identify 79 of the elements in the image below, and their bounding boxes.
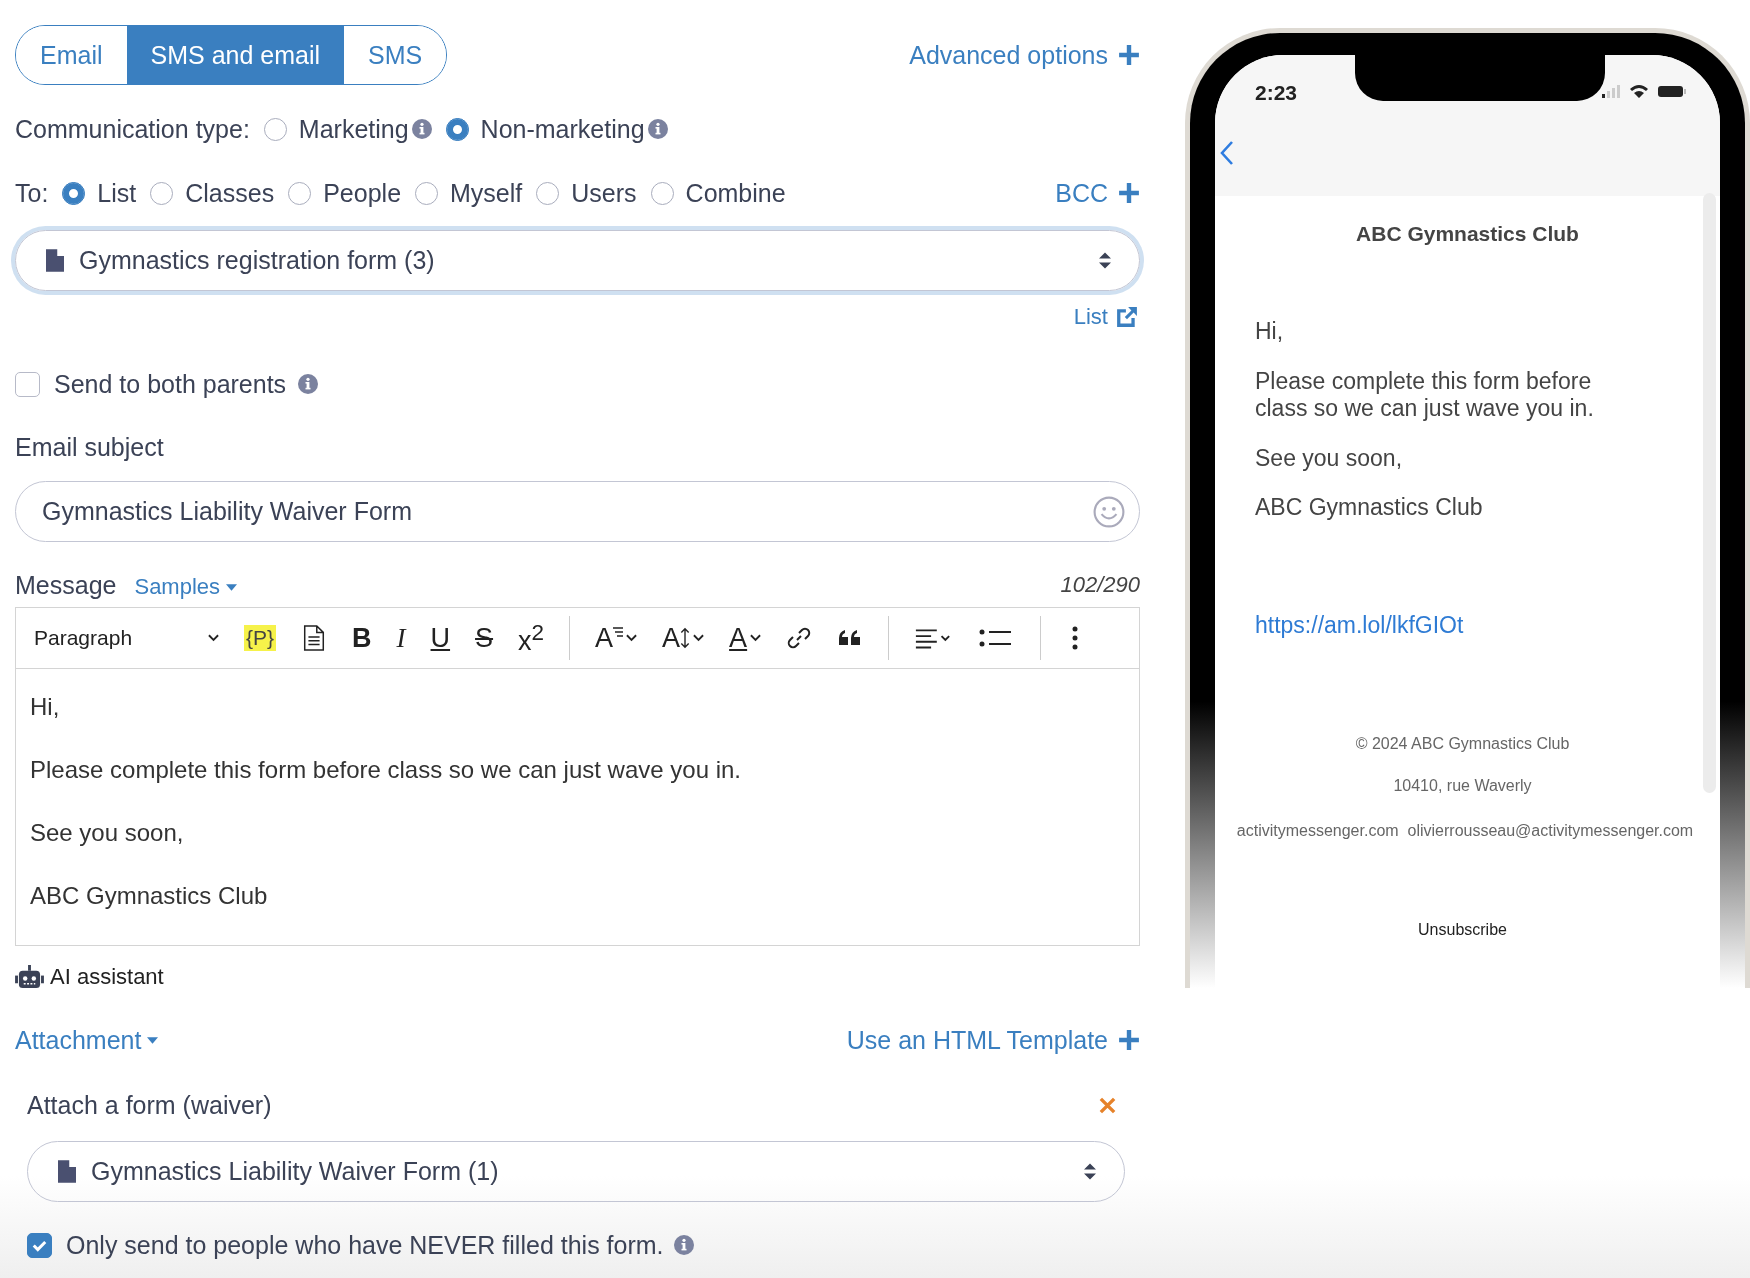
footer-address: 10410, rue Waverly [1392, 776, 1533, 795]
email-paragraph: Please complete this form before class so we can just wave you in. [1255, 367, 1595, 423]
font-size-button[interactable]: A [662, 622, 705, 654]
bold-button[interactable]: B [352, 622, 372, 654]
attach-form-label: Attach a form (waiver) [27, 1090, 272, 1120]
advanced-options-link[interactable]: Advanced options [909, 40, 1140, 70]
unsubscribe-link[interactable]: Unsubscribe [1255, 920, 1670, 939]
checkbox[interactable] [27, 1232, 52, 1258]
email-paragraph: See you soon, [1255, 444, 1404, 473]
info-icon[interactable] [411, 119, 432, 139]
info-icon[interactable] [673, 1235, 694, 1255]
checkbox-label[interactable]: Only send to people who have NEVER filled this form. [66, 1230, 664, 1260]
html-template-link[interactable]: Use an HTML Template [846, 1025, 1140, 1055]
caret-icon [226, 583, 238, 591]
channel-tab[interactable]: SMS and email [126, 26, 345, 84]
footer-links[interactable]: activitymessenger.com olivierrousseau@activitymessenger.com [1230, 818, 1700, 843]
message-editor[interactable]: Hi, Please complete this form before class so we can just wave you in. See you soon, ABC Gymnastics Club [16, 669, 1139, 945]
plus-icon [1118, 182, 1140, 204]
plus-icon [1118, 44, 1140, 66]
italic-button[interactable]: I [396, 622, 406, 654]
email-link[interactable]: https://am.lol/lkfGIOt [1255, 611, 1670, 639]
chevron-icon [750, 634, 762, 642]
radio-button[interactable] [62, 181, 86, 205]
paragraph-dropdown[interactable]: Paragraph [34, 626, 219, 650]
email-paragraph: ABC Gymnastics Club [1255, 494, 1484, 522]
radio-label[interactable]: Combine [685, 178, 786, 208]
close-icon[interactable] [1098, 1095, 1117, 1115]
wifi-icon [1630, 85, 1648, 98]
status-time: 2:23 [1255, 81, 1298, 105]
checkbox-label[interactable]: Send to both parents [54, 369, 287, 399]
email-subject-label: Email subject [15, 433, 165, 462]
radio-label[interactable]: List [97, 178, 137, 208]
bcc-link[interactable]: BCC [1055, 178, 1140, 208]
attachment-dropdown[interactable]: Attachment [15, 1025, 159, 1055]
info-icon[interactable] [298, 374, 319, 394]
character-counter: 102/290 [1060, 572, 1140, 598]
strikethrough-button[interactable]: S [475, 622, 494, 654]
emoji-icon[interactable] [1093, 495, 1125, 528]
samples-dropdown[interactable]: Samples [134, 574, 238, 600]
robot-icon[interactable] [15, 964, 44, 990]
up-down-arrow-icon [680, 627, 691, 649]
chevron-icon [693, 634, 705, 642]
message-label: Message [15, 570, 117, 600]
radio-label[interactable]: Classes [185, 178, 275, 208]
radio-label[interactable]: People [323, 178, 402, 208]
radio-label[interactable]: Users [571, 178, 637, 208]
signal-icon [1602, 85, 1620, 98]
placeholder-button[interactable]: {P} [244, 625, 277, 651]
document-icon [46, 249, 64, 272]
info-icon[interactable] [647, 119, 668, 139]
font-style-button[interactable]: A [595, 622, 638, 654]
link-icon[interactable] [786, 625, 813, 651]
sort-icon [1099, 252, 1111, 269]
more-options-icon[interactable] [1072, 625, 1079, 651]
chevron-icon [208, 634, 219, 642]
email-paragraph: Hi, [1255, 318, 1285, 346]
sort-icon [1084, 1163, 1096, 1180]
radio-label[interactable]: Marketing [298, 114, 409, 144]
email-heading: ABC Gymnastics Club [1355, 222, 1580, 246]
underline-button[interactable]: U [430, 622, 451, 654]
radio-label[interactable]: Non-marketing [480, 114, 645, 144]
font-color-button[interactable]: A [729, 622, 762, 654]
radio-button[interactable] [445, 117, 469, 141]
ai-assistant-link[interactable]: AI assistant [50, 964, 164, 990]
lines-icon [613, 626, 624, 637]
chevron-icon [626, 634, 638, 642]
external-link-icon [1116, 306, 1138, 328]
to-label: To: [15, 178, 49, 208]
footer-copyright: © 2024 ABC Gymnastics Club [1354, 734, 1571, 753]
communication-type-label: Communication type: [15, 114, 250, 144]
back-icon[interactable] [1220, 139, 1234, 166]
document-icon [58, 1160, 76, 1183]
battery-icon [1658, 86, 1686, 97]
plus-icon [1118, 1029, 1140, 1051]
checkbox[interactable] [15, 371, 40, 397]
caret-icon [147, 1036, 159, 1044]
list-link[interactable]: List [1073, 304, 1138, 330]
superscript-button[interactable]: x$^{2}$ [518, 619, 545, 657]
radio-label[interactable]: Myself [450, 178, 523, 208]
